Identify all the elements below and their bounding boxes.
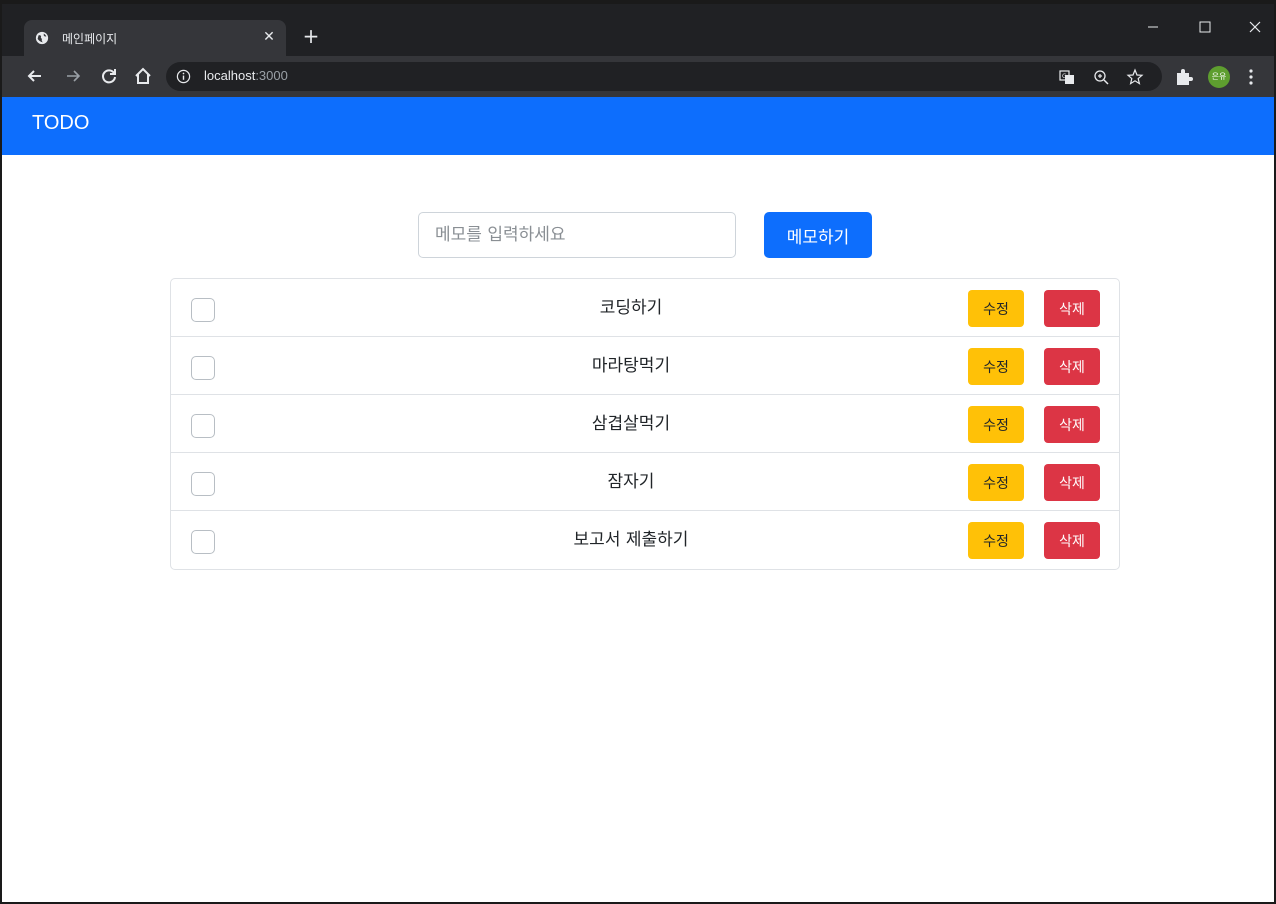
- delete-button[interactable]: 삭제: [1044, 348, 1100, 385]
- address-bar[interactable]: localhost:3000 G: [166, 62, 1162, 91]
- memo-input[interactable]: [418, 212, 736, 258]
- url-port: :3000: [255, 68, 288, 83]
- app-brand[interactable]: TODO: [32, 112, 89, 135]
- kebab-menu-icon[interactable]: [1246, 67, 1256, 87]
- maximize-icon[interactable]: [1194, 16, 1216, 38]
- todo-checkbox[interactable]: [191, 298, 215, 322]
- minimize-icon[interactable]: [1142, 16, 1164, 38]
- todo-checkbox[interactable]: [191, 472, 215, 496]
- delete-button[interactable]: 삭제: [1044, 406, 1100, 443]
- browser-tab[interactable]: 메인페이지 ✕: [24, 20, 286, 56]
- todo-text: 마라탕먹기: [591, 356, 671, 376]
- profile-avatar[interactable]: 은유: [1208, 66, 1230, 88]
- app-navbar: TODO: [2, 97, 1274, 155]
- memo-submit-button[interactable]: 메모하기: [764, 212, 872, 258]
- edit-button[interactable]: 수정: [968, 406, 1024, 443]
- todo-item: 마라탕먹기 수정 삭제: [171, 337, 1119, 395]
- forward-arrow-icon[interactable]: [62, 65, 84, 87]
- url-text[interactable]: localhost:3000: [204, 68, 288, 83]
- todo-checkbox[interactable]: [191, 530, 215, 554]
- todo-text: 삼겹살먹기: [591, 414, 671, 434]
- edit-button[interactable]: 수정: [968, 522, 1024, 559]
- todo-text: 보고서 제출하기: [573, 530, 689, 550]
- tab-close-icon[interactable]: ✕: [260, 28, 278, 46]
- todo-checkbox[interactable]: [191, 356, 215, 380]
- browser-window: 메인페이지 ✕ + localhost:3000 G 은유 TODO 메모를 입…: [0, 0, 1276, 904]
- globe-icon: [35, 31, 49, 45]
- browser-toolbar: localhost:3000 G 은유: [2, 56, 1274, 97]
- info-icon[interactable]: [176, 69, 191, 84]
- todo-text: 잠자기: [607, 472, 655, 492]
- url-host: localhost: [204, 68, 256, 83]
- reload-icon[interactable]: [98, 65, 120, 87]
- edit-button[interactable]: 수정: [968, 348, 1024, 385]
- back-arrow-icon[interactable]: [24, 65, 46, 87]
- translate-icon[interactable]: G: [1058, 68, 1076, 86]
- delete-button[interactable]: 삭제: [1044, 290, 1100, 327]
- zoom-icon[interactable]: [1092, 68, 1110, 86]
- todo-item: 삼겹살먹기 수정 삭제: [171, 395, 1119, 453]
- delete-button[interactable]: 삭제: [1044, 464, 1100, 501]
- home-icon[interactable]: [132, 65, 154, 87]
- todo-item: 보고서 제출하기 수정 삭제: [171, 511, 1119, 569]
- tab-title: 메인페이지: [62, 32, 118, 46]
- todo-list: 코딩하기 수정 삭제 마라탕먹기 수정 삭제 삼겹살먹기 수정 삭제 잠자기 수…: [170, 278, 1120, 570]
- tab-strip: 메인페이지 ✕ +: [2, 4, 1274, 56]
- todo-item: 코딩하기 수정 삭제: [171, 279, 1119, 337]
- window-close-icon[interactable]: [1244, 16, 1266, 38]
- todo-text: 코딩하기: [599, 298, 663, 318]
- todo-checkbox[interactable]: [191, 414, 215, 438]
- edit-button[interactable]: 수정: [968, 464, 1024, 501]
- svg-text:G: G: [1062, 73, 1067, 80]
- delete-button[interactable]: 삭제: [1044, 522, 1100, 559]
- new-tab-button[interactable]: +: [300, 25, 322, 47]
- edit-button[interactable]: 수정: [968, 290, 1024, 327]
- extensions-puzzle-icon[interactable]: [1174, 67, 1194, 87]
- todo-item: 잠자기 수정 삭제: [171, 453, 1119, 511]
- star-icon[interactable]: [1126, 68, 1144, 86]
